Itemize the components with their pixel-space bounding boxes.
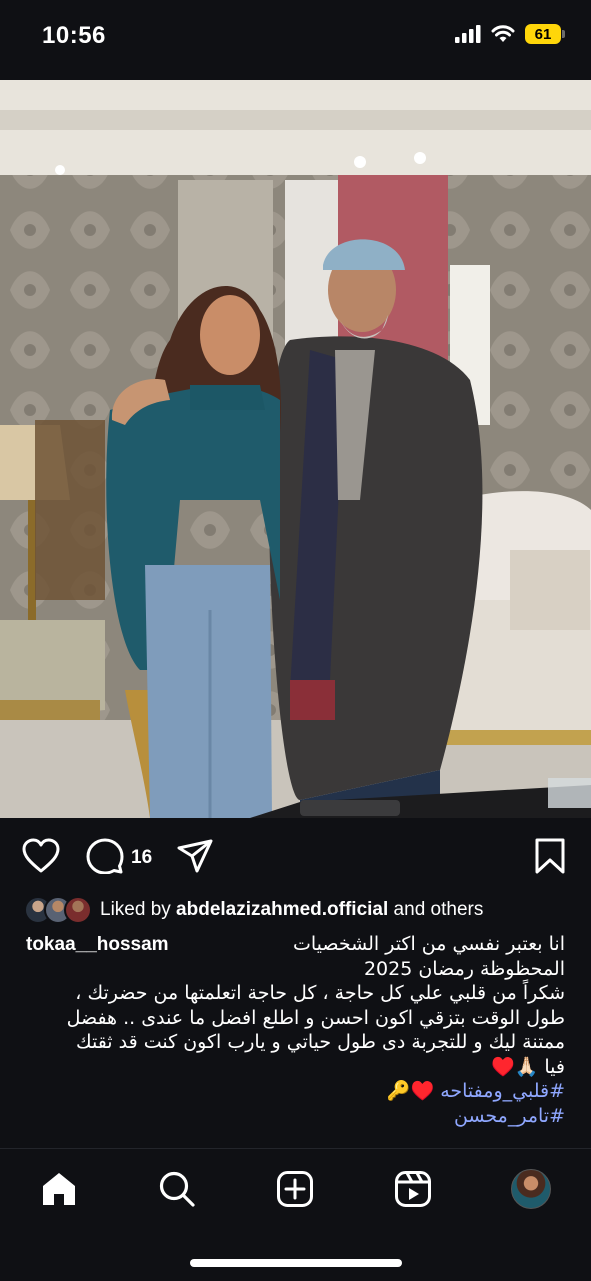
home-icon <box>43 1173 75 1205</box>
post-actions: 16 <box>0 830 591 884</box>
nav-search[interactable] <box>155 1167 199 1211</box>
nav-home[interactable] <box>37 1167 81 1211</box>
signal-icon <box>455 25 481 43</box>
heart-icon[interactable] <box>22 838 60 874</box>
battery-icon: 61 <box>525 24 565 44</box>
caption-line: فيا 🙏🏻♥️ <box>491 1055 565 1078</box>
nav-profile[interactable] <box>509 1167 553 1211</box>
caption-line: المحظوظة رمضان 2025 <box>363 957 565 980</box>
comment-icon[interactable] <box>86 838 124 874</box>
home-indicator[interactable] <box>190 1259 402 1267</box>
share-icon[interactable] <box>176 838 214 874</box>
search-icon <box>159 1171 195 1207</box>
status-bar: 10:56 61 <box>0 0 591 72</box>
liked-by-suffix[interactable]: and others <box>388 899 484 920</box>
post-photo[interactable] <box>0 80 591 818</box>
caption-line: طول الوقت بتزقي اكون احسن و اطلع افضل ما… <box>66 1006 565 1029</box>
battery-level: 61 <box>525 24 561 44</box>
status-time: 10:56 <box>42 22 106 49</box>
liked-by-prefix: Liked by <box>100 899 177 920</box>
hashtag-link[interactable]: #قلبي_ومفتاحه ♥️🔑 <box>20 1079 565 1104</box>
post-caption: انا بعتبر نفسي من اكتر الشخصيات المحظوظة… <box>20 932 565 1128</box>
photo-illustration <box>0 80 591 818</box>
comment-count: 16 <box>131 847 153 868</box>
liker-avatar <box>64 896 92 924</box>
liked-by-row[interactable]: Liked by abdelazizahmed.official and oth… <box>24 895 584 925</box>
caption-line: انا بعتبر نفسي من اكتر الشخصيات <box>293 933 565 955</box>
liker-avatars <box>24 896 92 924</box>
caption-line: شكراً من قلبي علي كل حاجة ، كل حاجة اتعل… <box>75 982 565 1004</box>
reels-icon <box>395 1171 431 1207</box>
status-icons: 61 <box>455 24 565 44</box>
caption-line: ممتنة ليك و للتجربة دى طول حياتي و يارب … <box>75 1031 565 1053</box>
liked-by-user[interactable]: abdelazizahmed.official <box>176 899 388 920</box>
bookmark-icon[interactable] <box>534 838 566 874</box>
liked-by-text: Liked by abdelazizahmed.official and oth… <box>100 899 483 921</box>
nav-create[interactable] <box>273 1167 317 1211</box>
wifi-icon <box>491 25 515 42</box>
profile-avatar <box>511 1169 551 1209</box>
create-icon <box>277 1171 313 1207</box>
nav-reels[interactable] <box>391 1167 435 1211</box>
hashtag-link[interactable]: #تامر_محسن <box>20 1104 565 1129</box>
